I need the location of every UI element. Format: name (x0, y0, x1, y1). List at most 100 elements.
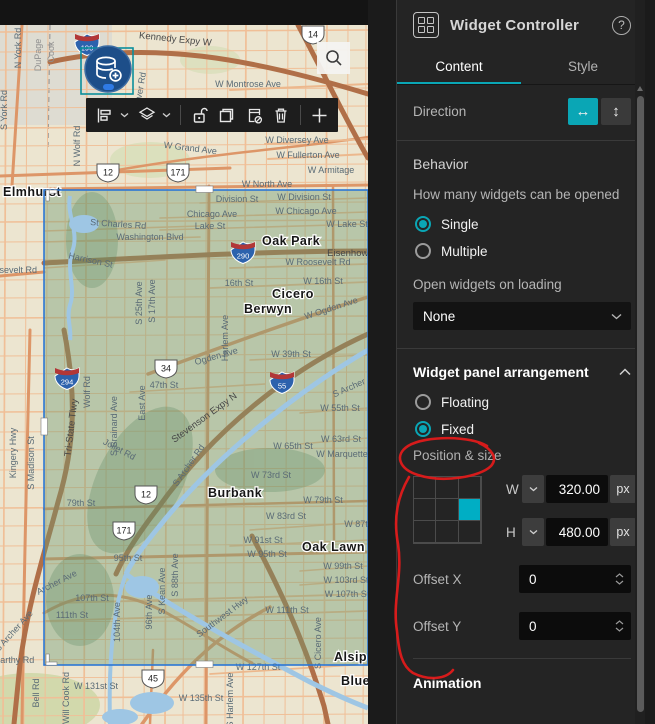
svg-text:W Roosevelt Rd: W Roosevelt Rd (285, 257, 350, 267)
svg-text:Bell Rd: Bell Rd (31, 678, 41, 707)
map-search-button[interactable] (317, 42, 350, 74)
svg-text:107th St: 107th St (75, 593, 109, 603)
radio-selected-icon (415, 421, 431, 437)
svg-text:W 95th St: W 95th St (247, 549, 287, 559)
svg-text:N Wolf Rd: N Wolf Rd (72, 126, 82, 167)
map-canvas[interactable]: 12 171 34 12 171 45 14 190 290 294 55 Kennedy Expy… (0, 0, 368, 724)
tab-content[interactable]: Content (397, 50, 521, 84)
svg-text:McCarthy Rd: McCarthy Rd (0, 655, 34, 665)
scrollbar-up-arrow[interactable] (637, 86, 643, 91)
widget-edit-toolbar (86, 98, 338, 132)
search-icon (325, 50, 342, 66)
radio-floating[interactable]: Floating (415, 394, 631, 410)
svg-text:W North Ave: W North Ave (242, 179, 292, 189)
svg-text:Division St: Division St (216, 194, 259, 204)
offset-y-row: Offset Y 0 (413, 612, 631, 640)
svg-text:W Fullerton Ave: W Fullerton Ave (276, 150, 339, 160)
svg-text:290: 290 (237, 252, 250, 261)
svg-text:171: 171 (116, 526, 131, 536)
width-mode-dropdown[interactable] (522, 475, 544, 503)
position-size-label: Position & size (413, 448, 502, 463)
radio-single[interactable]: Single (415, 216, 631, 232)
svg-text:S Harlem Ave: S Harlem Ave (225, 673, 235, 724)
svg-text:171: 171 (170, 168, 185, 178)
align-caret-icon[interactable] (119, 101, 130, 129)
trash-icon[interactable] (269, 101, 294, 129)
svg-text:W Armitage: W Armitage (308, 165, 355, 175)
anchor-cell-selected[interactable] (457, 498, 481, 521)
behavior-heading: Behavior (413, 156, 469, 172)
align-icon[interactable] (92, 101, 117, 129)
offset-x-label: Offset X (413, 571, 462, 587)
stepper-arrows-icon[interactable] (611, 620, 631, 632)
offset-y-input[interactable]: 0 (519, 612, 631, 640)
svg-text:16th St: 16th St (225, 278, 254, 288)
radio-multiple-label: Multiple (441, 243, 488, 259)
svg-text:34: 34 (161, 364, 171, 374)
animation-heading: Animation (413, 675, 482, 691)
svg-text:W 99th St: W 99th St (323, 561, 363, 571)
page-disable-icon[interactable] (241, 101, 266, 129)
svg-text:14: 14 (308, 30, 318, 40)
width-input[interactable]: 320.00 (546, 475, 608, 503)
panel-title: Widget Controller (450, 16, 580, 34)
behavior-question: How many widgets can be opened (413, 187, 620, 202)
tab-style[interactable]: Style (521, 50, 645, 84)
us-route-shield: 45 (141, 669, 165, 689)
direction-vertical-button[interactable]: ↕ (601, 98, 631, 125)
layers-caret-icon[interactable] (161, 101, 172, 129)
svg-text:W Diversey Ave: W Diversey Ave (265, 135, 328, 145)
direction-horizontal-button[interactable]: ↔ (568, 98, 598, 125)
svg-text:12: 12 (141, 490, 151, 500)
lock-open-icon[interactable] (187, 101, 212, 129)
offset-x-row: Offset X 0 (413, 565, 631, 593)
radio-selected-icon (415, 216, 431, 232)
svg-text:294: 294 (61, 378, 74, 387)
svg-text:W Chicago Ave: W Chicago Ave (275, 206, 336, 216)
settings-panel: Widget Controller ? Content Style Direct… (396, 0, 645, 724)
svg-text:W 103rd St: W 103rd St (323, 575, 368, 585)
toolbar-divider (299, 105, 301, 125)
height-input[interactable]: 480.00 (546, 518, 608, 546)
offset-x-input[interactable]: 0 (519, 565, 631, 593)
select-value: None (423, 308, 456, 324)
height-unit[interactable]: px (610, 518, 636, 546)
arrangement-section: Widget panel arrangement Floating Fixed … (397, 349, 645, 640)
anchor-position-grid[interactable] (413, 476, 482, 544)
svg-text:W 16th St: W 16th St (303, 276, 343, 286)
us-route-shield: 12 (134, 485, 158, 505)
svg-text:55: 55 (278, 382, 286, 391)
svg-text:S Cicero Ave: S Cicero Ave (313, 617, 323, 669)
svg-text:Oak Park: Oak Park (262, 234, 320, 248)
svg-text:W 63rd St: W 63rd St (321, 434, 362, 444)
svg-text:DuPage: DuPage (33, 39, 43, 72)
offset-x-value: 0 (529, 571, 537, 587)
collapse-chevron-up-icon[interactable] (619, 368, 631, 376)
width-unit[interactable]: px (610, 475, 636, 503)
stepper-arrows-icon[interactable] (611, 573, 631, 585)
svg-text:Cicero: Cicero (272, 287, 314, 301)
width-field-row: W 320.00 px (506, 475, 636, 503)
layers-icon[interactable] (134, 101, 159, 129)
scrollbar-thumb[interactable] (636, 96, 644, 712)
svg-text:W 111th St: W 111th St (265, 605, 309, 615)
panel-scrollbar[interactable] (635, 0, 645, 724)
svg-text:Will Cook Rd: Will Cook Rd (61, 672, 71, 724)
svg-text:Berwyn: Berwyn (244, 302, 292, 316)
radio-multiple[interactable]: Multiple (415, 243, 631, 259)
radio-fixed[interactable]: Fixed (415, 421, 631, 437)
svg-text:96th Ave: 96th Ave (144, 595, 154, 630)
duplicate-icon[interactable] (214, 101, 239, 129)
add-icon[interactable] (307, 101, 332, 129)
svg-text:W 83rd St: W 83rd St (266, 511, 307, 521)
height-mode-dropdown[interactable] (522, 518, 544, 546)
open-on-loading-select[interactable]: None (413, 302, 631, 330)
svg-text:S 17th Ave: S 17th Ave (147, 279, 157, 322)
us-route-shield: 171 (112, 521, 136, 541)
svg-text:W 107th St: W 107th St (325, 589, 368, 599)
behavior-section: Behavior How many widgets can be opened … (397, 141, 645, 330)
svg-text:Lake St: Lake St (195, 221, 226, 231)
svg-text:S York Rd: S York Rd (0, 90, 9, 130)
help-icon[interactable]: ? (612, 15, 631, 35)
radio-floating-label: Floating (441, 394, 490, 410)
